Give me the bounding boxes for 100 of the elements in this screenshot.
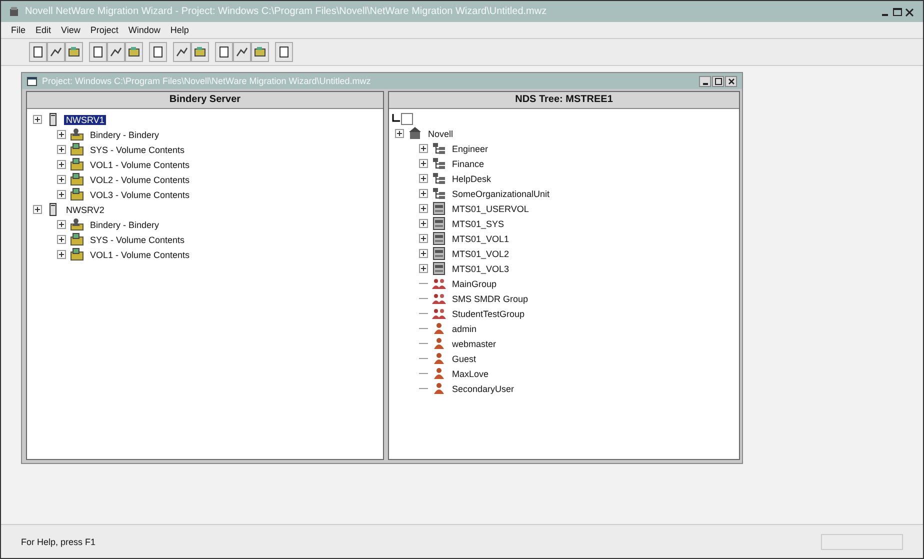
- expand-icon[interactable]: [419, 219, 428, 228]
- tree-item[interactable]: MTS01_VOL2: [450, 248, 512, 258]
- menu-item[interactable]: Help: [170, 25, 189, 35]
- tree-item[interactable]: SMS SMDR Group: [450, 294, 530, 304]
- people-icon: [432, 277, 446, 290]
- toolbar-button[interactable]: [173, 42, 191, 62]
- maximize-icon[interactable]: [892, 6, 903, 16]
- page-icon: [278, 46, 290, 58]
- expand-icon[interactable]: [419, 264, 428, 273]
- app-icon: [9, 6, 19, 16]
- tree-item[interactable]: MTS01_VOL1: [450, 234, 512, 244]
- tree-item[interactable]: Bindery - Bindery: [88, 130, 162, 140]
- tree-item[interactable]: Finance: [450, 158, 486, 168]
- expand-icon[interactable]: [419, 159, 428, 168]
- expand-icon[interactable]: [57, 220, 66, 229]
- folder-icon: [70, 173, 84, 186]
- tree-item[interactable]: Bindery - Bindery: [88, 220, 162, 230]
- close-icon[interactable]: [904, 6, 915, 16]
- expand-icon[interactable]: [33, 205, 42, 214]
- tree-item[interactable]: MaxLove: [450, 368, 491, 378]
- toolbar-button[interactable]: [191, 42, 209, 62]
- chart-icon: [110, 46, 122, 58]
- expand-icon[interactable]: [419, 174, 428, 183]
- tree-item[interactable]: VOL1 - Volume Contents: [88, 160, 192, 170]
- folder-icon: [68, 46, 80, 58]
- expand-icon[interactable]: [57, 145, 66, 154]
- tree-item[interactable]: admin: [450, 324, 479, 334]
- toolbar-button[interactable]: [215, 42, 233, 62]
- toolbar-button[interactable]: [107, 42, 125, 62]
- menu-item[interactable]: View: [61, 25, 80, 35]
- maximize-icon: [714, 78, 722, 84]
- person-icon: [432, 322, 446, 335]
- tree-item[interactable]: HelpDesk: [450, 174, 494, 184]
- folder-icon: [128, 46, 140, 58]
- toolbar-button[interactable]: [251, 42, 269, 62]
- toolbar-button[interactable]: [89, 42, 107, 62]
- toolbar-button[interactable]: [29, 42, 47, 62]
- toolbar-button[interactable]: [233, 42, 251, 62]
- expand-icon[interactable]: [419, 234, 428, 243]
- toolbar-button[interactable]: [149, 42, 167, 62]
- page-icon: [32, 46, 44, 58]
- tree-item[interactable]: SYS - Volume Contents: [88, 144, 187, 154]
- menu-item[interactable]: Edit: [36, 25, 52, 35]
- expand-icon[interactable]: [57, 130, 66, 139]
- container-icon: [432, 172, 446, 185]
- expand-icon[interactable]: [395, 129, 404, 138]
- tree-item[interactable]: Engineer: [450, 144, 490, 154]
- expand-icon[interactable]: [57, 190, 66, 199]
- expand-icon[interactable]: [57, 160, 66, 169]
- tree-item[interactable]: Novell: [426, 128, 456, 138]
- close-icon: [728, 78, 734, 84]
- expand-icon[interactable]: [57, 235, 66, 244]
- expand-icon[interactable]: [57, 250, 66, 259]
- close-button[interactable]: [725, 76, 737, 86]
- container-icon: [432, 157, 446, 170]
- person-icon: [432, 382, 446, 395]
- expand-icon[interactable]: [33, 115, 42, 124]
- tree-item[interactable]: NWSRV2: [64, 204, 106, 214]
- menu-item[interactable]: Window: [128, 25, 160, 35]
- person-icon: [432, 352, 446, 365]
- menu-item[interactable]: Project: [90, 25, 118, 35]
- tree-item[interactable]: webmaster: [450, 338, 498, 348]
- tree-item[interactable]: MTS01_USERVOL: [450, 204, 531, 214]
- page-icon: [218, 46, 230, 58]
- tree-item[interactable]: NWSRV1: [64, 114, 106, 124]
- chart-icon: [50, 46, 62, 58]
- tree-item[interactable]: StudentTestGroup: [450, 308, 527, 318]
- expand-icon[interactable]: [419, 144, 428, 153]
- tree-item[interactable]: MainGroup: [450, 278, 499, 288]
- building-icon: [408, 127, 422, 140]
- tree-item[interactable]: SYS - Volume Contents: [88, 234, 187, 244]
- expand-icon[interactable]: [419, 189, 428, 198]
- drive-icon: [432, 202, 446, 215]
- container-icon: [432, 142, 446, 155]
- tree-item[interactable]: VOL1 - Volume Contents: [88, 250, 192, 260]
- toolbar-button[interactable]: [125, 42, 143, 62]
- document-title: Project: Windows C:\Program Files\Novell\NetWare Migration Wizard\Untitled.mwz: [42, 76, 371, 86]
- drive-icon: [432, 262, 446, 275]
- expand-icon[interactable]: [419, 249, 428, 258]
- tree-item[interactable]: VOL2 - Volume Contents: [88, 174, 192, 184]
- tree-item[interactable]: Guest: [450, 354, 478, 364]
- tree-item[interactable]: MTS01_VOL3: [450, 264, 512, 274]
- tree-item[interactable]: VOL3 - Volume Contents: [88, 190, 192, 200]
- expand-icon[interactable]: [57, 175, 66, 184]
- window-title: Novell NetWare Migration Wizard - Project: Windows C:\Program Files\Novell\NetWare Migration Wizard\Untitled.mwz: [25, 6, 547, 17]
- pane-header: NDS Tree: MSTREE1: [389, 92, 739, 109]
- document-icon: [27, 76, 37, 86]
- minimize-button[interactable]: [699, 76, 711, 86]
- tree-item[interactable]: MTS01_SYS: [450, 218, 506, 228]
- menu-item[interactable]: File: [11, 25, 26, 35]
- toolbar-button[interactable]: [65, 42, 83, 62]
- toolbar-button[interactable]: [275, 42, 293, 62]
- toolbar-button[interactable]: [47, 42, 65, 62]
- drive-icon: [432, 247, 446, 260]
- people-icon: [432, 292, 446, 305]
- maximize-button[interactable]: [712, 76, 724, 86]
- expand-icon[interactable]: [419, 204, 428, 213]
- tree-item[interactable]: SecondaryUser: [450, 384, 516, 394]
- chart-icon: [236, 46, 248, 58]
- tree-item[interactable]: SomeOrganizationalUnit: [450, 188, 552, 198]
